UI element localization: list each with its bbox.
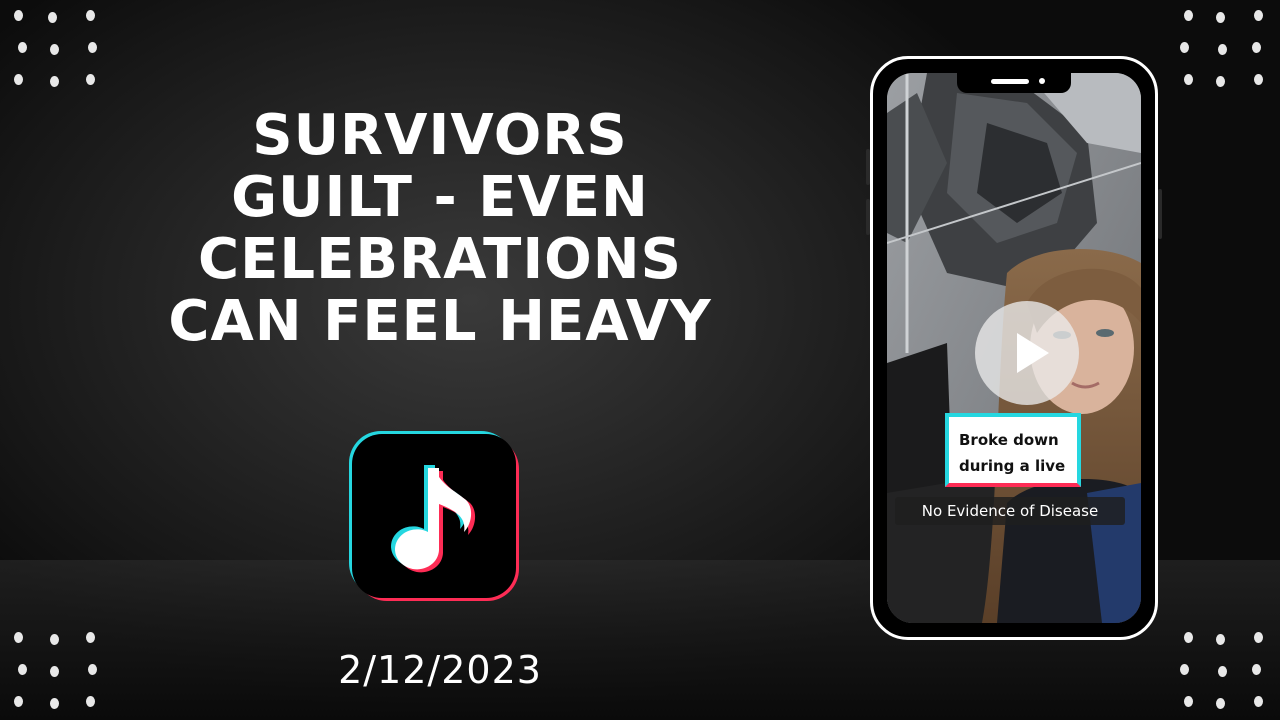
headline-line-1: SURVIVORS <box>252 103 628 168</box>
headline-line-4: CAN FEEL HEAVY <box>168 289 712 354</box>
dot-cluster-bottom-right <box>1180 632 1280 712</box>
post-date: 2/12/2023 <box>338 648 542 692</box>
headline-title: SURVIVORS GUILT - EVEN CELEBRATIONS CAN … <box>120 105 760 353</box>
video-screen[interactable]: Broke down during a live No Evidence of … <box>887 73 1141 623</box>
play-button[interactable] <box>975 301 1079 405</box>
thumbnail-canvas: SURVIVORS GUILT - EVEN CELEBRATIONS CAN … <box>0 0 1280 720</box>
dot-cluster-bottom-left <box>14 632 124 712</box>
caption-line-2: during a live <box>959 457 1066 475</box>
caption-line-1: Broke down <box>959 431 1059 449</box>
play-icon <box>1017 333 1049 373</box>
phone-notch <box>957 73 1071 93</box>
camera-dot <box>1039 78 1045 84</box>
dot-cluster-top-right <box>1180 10 1280 90</box>
phone-volume-button <box>866 199 870 235</box>
phone-mockup: Broke down during a live No Evidence of … <box>866 56 1162 640</box>
video-caption-box: Broke down during a live <box>945 413 1081 487</box>
tiktok-icon <box>346 428 522 604</box>
phone-power-button <box>1158 189 1162 239</box>
speaker-grille <box>991 79 1029 84</box>
headline-line-3: CELEBRATIONS <box>198 227 682 292</box>
video-subtitle: No Evidence of Disease <box>895 497 1125 525</box>
headline-line-2: GUILT - EVEN <box>231 165 649 230</box>
phone-volume-button <box>866 149 870 185</box>
dot-cluster-top-left <box>14 10 124 90</box>
